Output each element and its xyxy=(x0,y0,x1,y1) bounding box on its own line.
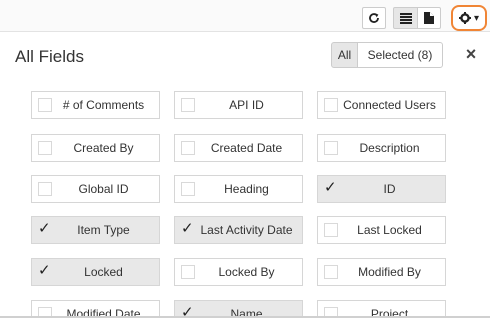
field-option[interactable]: Created Date xyxy=(174,134,303,162)
field-option-label: Last Activity Date xyxy=(200,223,293,237)
field-chooser-panel: ▾ All Fields All Selected (8) × # of Com… xyxy=(0,0,490,318)
field-option[interactable]: # of Comments xyxy=(31,91,160,119)
list-view-button[interactable] xyxy=(393,7,418,29)
field-option-label: Locked xyxy=(84,265,123,279)
checkmark-icon: ✓ xyxy=(38,220,51,237)
field-checkbox[interactable] xyxy=(38,141,52,155)
field-checkbox[interactable] xyxy=(38,182,52,196)
field-option[interactable]: Created By xyxy=(31,134,160,162)
field-option[interactable]: Description xyxy=(317,134,446,162)
field-option-label: Item Type xyxy=(77,223,130,237)
field-option[interactable]: ✓ Item Type xyxy=(31,216,160,244)
field-checkbox[interactable] xyxy=(324,98,338,112)
field-option[interactable]: Global ID xyxy=(31,175,160,203)
field-checkbox[interactable]: ✓ xyxy=(38,262,52,279)
field-option-label: Description xyxy=(359,141,420,155)
field-option-label: ID xyxy=(383,182,396,196)
field-option[interactable]: ✓ Last Activity Date xyxy=(174,216,303,244)
field-option-label: Created By xyxy=(73,141,134,155)
field-option-label: Created Date xyxy=(210,141,283,155)
field-option-label: Last Locked xyxy=(357,223,422,237)
field-option-label: Global ID xyxy=(78,182,129,196)
field-option[interactable]: Heading xyxy=(174,175,303,203)
field-option[interactable]: Locked By xyxy=(174,258,303,286)
field-checkbox[interactable] xyxy=(324,265,338,279)
field-option[interactable]: Modified By xyxy=(317,258,446,286)
field-checkbox[interactable]: ✓ xyxy=(181,220,195,237)
checkmark-icon: ✓ xyxy=(324,179,337,196)
document-icon xyxy=(424,12,434,24)
toolbar: ▾ xyxy=(0,0,490,32)
field-checkbox[interactable] xyxy=(181,182,195,196)
field-option[interactable]: Connected Users xyxy=(317,91,446,119)
field-checkbox[interactable] xyxy=(181,265,195,279)
field-option-label: Connected Users xyxy=(343,98,436,112)
refresh-icon xyxy=(369,13,379,23)
field-option-label: # of Comments xyxy=(62,98,145,112)
panel-title: All Fields xyxy=(15,47,84,66)
field-option[interactable]: Last Locked xyxy=(317,216,446,244)
field-checkbox[interactable] xyxy=(181,141,195,155)
chevron-down-icon: ▾ xyxy=(473,12,480,24)
gear-icon xyxy=(458,12,471,24)
checkmark-icon: ✓ xyxy=(181,220,194,237)
field-checkbox[interactable]: ✓ xyxy=(38,220,52,237)
field-option-label: Heading xyxy=(224,182,269,196)
field-checkbox[interactable] xyxy=(181,98,195,112)
list-view-icon xyxy=(399,12,412,24)
filter-all-button[interactable]: All xyxy=(331,42,358,68)
close-icon[interactable]: × xyxy=(463,44,479,64)
filter-selected-button[interactable]: Selected (8) xyxy=(357,42,443,68)
field-option-label: API ID xyxy=(229,98,264,112)
document-view-button[interactable] xyxy=(417,7,441,29)
field-checkbox[interactable] xyxy=(38,98,52,112)
checkmark-icon: ✓ xyxy=(38,262,51,279)
field-checkbox[interactable] xyxy=(324,141,338,155)
field-option[interactable]: ✓ ID xyxy=(317,175,446,203)
field-checkbox[interactable] xyxy=(324,223,338,237)
field-checkbox[interactable]: ✓ xyxy=(324,179,338,196)
field-option-label: Locked By xyxy=(218,265,275,279)
field-option[interactable]: API ID xyxy=(174,91,303,119)
settings-button[interactable]: ▾ xyxy=(451,5,487,31)
field-option[interactable]: ✓ Locked xyxy=(31,258,160,286)
field-option-label: Modified By xyxy=(358,265,421,279)
refresh-button[interactable] xyxy=(362,7,386,29)
